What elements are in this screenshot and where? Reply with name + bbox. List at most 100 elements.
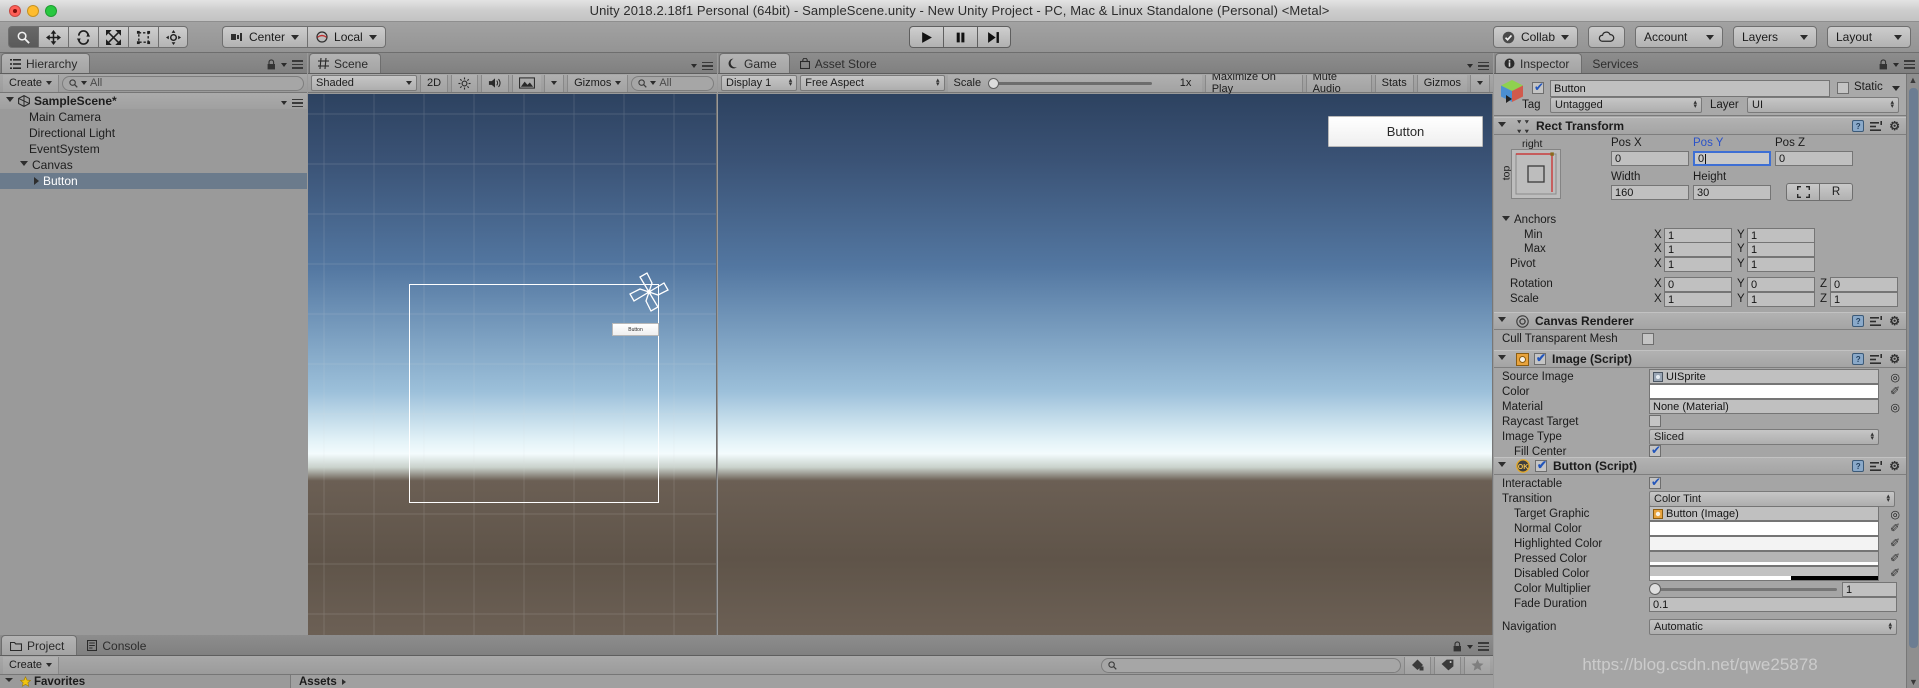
canvas-renderer-header[interactable]: Canvas Renderer ? ⚙: [1494, 312, 1906, 330]
chevron-down-icon[interactable]: [1498, 354, 1506, 364]
pressed-color-swatch[interactable]: [1649, 551, 1879, 566]
width-field[interactable]: 160: [1611, 185, 1689, 200]
anchor-min-x-field[interactable]: 1: [1664, 228, 1732, 243]
preset-icon[interactable]: [1870, 315, 1883, 327]
preset-icon[interactable]: [1870, 353, 1883, 365]
help-icon[interactable]: ?: [1852, 353, 1865, 365]
playback-controls[interactable]: [908, 26, 1011, 48]
tab-project[interactable]: Project: [1, 635, 78, 655]
tag-dropdown[interactable]: Untagged ▴ ▾: [1550, 97, 1702, 113]
eyedropper-icon[interactable]: ✐: [1890, 521, 1900, 535]
transition-dropdown[interactable]: Color Tint ▴ ▾: [1649, 491, 1895, 507]
material-field[interactable]: None (Material): [1649, 399, 1879, 414]
blueprint-mode-button[interactable]: [1786, 183, 1820, 201]
panel-menu-icon[interactable]: [1478, 642, 1489, 651]
height-field[interactable]: 30: [1693, 185, 1771, 200]
scene-lighting-toggle[interactable]: [451, 74, 479, 92]
game-button-instance[interactable]: Button: [1328, 116, 1483, 147]
scene-tab-controls[interactable]: [691, 61, 713, 70]
collab-button[interactable]: Collab: [1492, 26, 1578, 48]
preset-icon[interactable]: [1870, 460, 1883, 472]
chevron-down-icon[interactable]: [5, 677, 13, 686]
game-scale-slider[interactable]: Scale 1x: [947, 74, 1202, 92]
project-filter-type-button[interactable]: [1404, 656, 1431, 674]
gameobject-name-field[interactable]: Button: [1550, 80, 1830, 97]
button-script-header[interactable]: OK Button (Script) ? ⚙: [1494, 457, 1906, 475]
panel-menu-icon[interactable]: [1478, 61, 1489, 70]
normal-color-swatch[interactable]: [1649, 521, 1879, 536]
project-filter-label-button[interactable]: [1434, 656, 1461, 674]
anchor-min-y-field[interactable]: 1: [1747, 228, 1815, 243]
game-gizmos-toggle[interactable]: Gizmos: [1416, 74, 1468, 92]
inspector-scrollbar[interactable]: ▲ ▼: [1906, 74, 1919, 688]
cull-transparent-mesh-checkbox[interactable]: [1642, 332, 1654, 345]
navigation-dropdown[interactable]: Automatic ▴ ▾: [1649, 619, 1897, 635]
help-icon[interactable]: ?: [1852, 120, 1865, 132]
color-multiplier-slider[interactable]: [1649, 582, 1837, 596]
scale-y-field[interactable]: 1: [1747, 292, 1815, 307]
tab-hierarchy[interactable]: Hierarchy: [1, 53, 91, 73]
scene-audio-toggle[interactable]: [481, 74, 510, 92]
preset-icon[interactable]: [1870, 120, 1883, 132]
pos-y-field[interactable]: 0: [1693, 151, 1771, 166]
image-type-dropdown[interactable]: Sliced ▴ ▾: [1649, 429, 1879, 445]
color-multiplier-thumb[interactable]: [1649, 583, 1661, 595]
panel-menu-icon[interactable]: [292, 60, 303, 69]
layer-dropdown[interactable]: UI ▴ ▾: [1747, 97, 1899, 113]
scene-button-preview[interactable]: Button: [612, 323, 659, 336]
project-favorites-button[interactable]: [1464, 656, 1490, 674]
button-script-enabled-checkbox[interactable]: [1535, 458, 1548, 472]
tab-scene[interactable]: Scene: [309, 53, 382, 73]
disabled-color-swatch[interactable]: [1649, 566, 1879, 581]
scale-x-field[interactable]: 1: [1664, 292, 1732, 307]
chevron-right-icon[interactable]: [34, 177, 39, 185]
hierarchy-item-button[interactable]: Button: [0, 173, 307, 189]
rect-transform-gizmo[interactable]: [624, 267, 674, 317]
right-toolbar-group[interactable]: Collab Account Layers Layout: [1492, 26, 1911, 48]
game-maximize-on-play-toggle[interactable]: Maximize On Play: [1204, 71, 1303, 95]
tab-asset-store[interactable]: Asset Store: [791, 53, 890, 73]
chevron-down-icon[interactable]: [20, 160, 28, 170]
window-traffic-lights[interactable]: [9, 5, 57, 17]
hierarchy-tab-controls[interactable]: [267, 59, 303, 70]
hierarchy-item-main-camera[interactable]: Main Camera: [0, 109, 307, 125]
scene-search-input[interactable]: All: [631, 75, 714, 91]
interactable-checkbox[interactable]: [1649, 475, 1662, 489]
raw-edit-mode-button[interactable]: R: [1820, 183, 1853, 201]
close-window-button[interactable]: [9, 5, 21, 17]
hierarchy-search-input[interactable]: All: [62, 75, 304, 91]
chevron-down-icon[interactable]: [6, 96, 14, 106]
chevron-down-icon[interactable]: [1498, 121, 1506, 131]
project-create-button[interactable]: Create: [3, 656, 60, 674]
target-graphic-field[interactable]: Button (Image): [1649, 506, 1879, 521]
scale-tool-button[interactable]: [98, 26, 128, 48]
panel-menu-icon[interactable]: [702, 61, 713, 70]
fade-duration-field[interactable]: 0.1: [1649, 597, 1897, 612]
scene-effects-toggle[interactable]: [512, 74, 542, 92]
eyedropper-icon[interactable]: ✐: [1890, 566, 1900, 580]
tab-inspector[interactable]: Inspector: [1495, 53, 1583, 73]
hierarchy-item-eventsystem[interactable]: EventSystem: [0, 141, 307, 157]
transform-tool-button[interactable]: [158, 26, 188, 48]
hierarchy-scene-row[interactable]: SampleScene*: [0, 93, 307, 109]
project-favorites-row[interactable]: Favorites: [0, 675, 290, 688]
pivot-controls-group[interactable]: Center Local: [222, 26, 386, 48]
raycast-target-checkbox[interactable]: [1649, 415, 1661, 427]
layout-button[interactable]: Layout: [1827, 26, 1911, 48]
eyedropper-icon[interactable]: ✐: [1890, 536, 1900, 550]
static-dropdown-icon[interactable]: [1892, 86, 1900, 91]
anchors-row[interactable]: Anchors: [1494, 213, 1906, 227]
scene-2d-toggle[interactable]: 2D: [420, 74, 449, 92]
anchor-preset-widget[interactable]: [1511, 149, 1561, 199]
rotation-y-field[interactable]: 0: [1747, 277, 1815, 292]
minimize-window-button[interactable]: [27, 5, 39, 17]
game-viewport[interactable]: Button: [718, 94, 1493, 635]
eyedropper-icon[interactable]: ✐: [1890, 384, 1900, 398]
pivot-y-field[interactable]: 1: [1747, 257, 1815, 272]
hierarchy-tree[interactable]: SampleScene* Main Camera Directional Ligh…: [0, 93, 307, 189]
game-display-dropdown[interactable]: Display 1 ▴ ▾: [721, 75, 798, 91]
chevron-down-icon[interactable]: [1502, 215, 1510, 225]
scale-z-field[interactable]: 1: [1830, 292, 1898, 307]
transform-tools-group[interactable]: [8, 26, 188, 48]
hierarchy-item-canvas[interactable]: Canvas: [0, 157, 307, 173]
